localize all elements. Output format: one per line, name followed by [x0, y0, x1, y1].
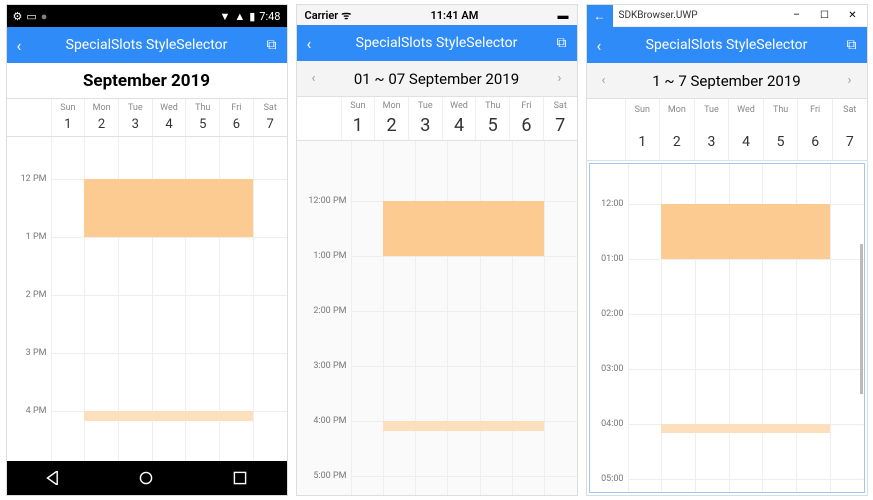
ios-status-bar: Carrier ᯤ 11:41 AM ▬ — [297, 5, 577, 25]
day-col-mon[interactable]: Mon2 — [659, 99, 694, 160]
app-title: SpecialSlots StyleSelector — [35, 37, 259, 53]
android-device: ⚙ ▭ ● ▼ ▲ ▮ 7:48 ‹ SpecialSlots StyleSel… — [6, 4, 288, 496]
status-time: 7:48 — [259, 10, 280, 23]
day-col-tue[interactable]: Tue3 — [694, 99, 729, 160]
day-col-fri[interactable]: Fri6 — [797, 99, 832, 160]
calendar-title-row: September 2019 — [7, 63, 287, 99]
android-status-bar: ⚙ ▭ ● ▼ ▲ ▮ 7:48 — [7, 5, 287, 27]
calendar-title: 1 ~ 7 September 2019 — [652, 72, 800, 90]
chevron-right-icon[interactable]: › — [547, 71, 573, 86]
day-col-wed[interactable]: Wed4 — [442, 97, 476, 140]
battery-icon: ▮ — [249, 10, 255, 23]
app-bar: ‹ SpecialSlots StyleSelector ⧉ — [297, 25, 577, 61]
day-header-row: Sun1 Mon2 Tue3 Wed4 Thu5 Fri6 Sat7 — [7, 99, 287, 137]
minimize-button[interactable]: – — [783, 5, 811, 27]
gutter — [7, 99, 51, 136]
day-col-sun[interactable]: Sun1 — [51, 99, 85, 136]
time-gutter: 12 PM 1 PM 2 PM 3 PM 4 PM 5 PM — [7, 137, 51, 461]
dot-icon: ● — [41, 10, 48, 23]
close-button[interactable]: ✕ — [839, 5, 867, 27]
nav-home-icon[interactable] — [139, 471, 153, 485]
external-link-icon[interactable]: ⧉ — [549, 35, 567, 51]
calendar-body[interactable]: 12:00 01:00 02:00 03:00 04:00 05:00 — [589, 163, 865, 493]
calendar-title-row: ‹ 01 ~ 07 September 2019 › — [297, 61, 577, 97]
day-col-tue[interactable]: Tue3 — [118, 99, 152, 136]
card-icon: ▭ — [26, 10, 36, 23]
wifi-icon: ▼ — [219, 10, 230, 23]
chevron-left-icon[interactable]: ‹ — [591, 73, 617, 88]
day-col-thu[interactable]: Thu5 — [185, 99, 219, 136]
calendar-title: September 2019 — [83, 71, 210, 91]
time-gutter: 12:00 01:00 02:00 03:00 04:00 05:00 — [590, 164, 628, 492]
calendar-grid[interactable] — [628, 164, 864, 492]
day-col-sun[interactable]: Sun1 — [341, 97, 375, 140]
gutter — [587, 99, 625, 160]
day-col-fri[interactable]: Fri6 — [219, 99, 253, 136]
special-slot-lunch[interactable] — [383, 201, 544, 256]
external-link-icon[interactable]: ⧉ — [259, 37, 277, 53]
signal-icon: ▲ — [234, 10, 245, 23]
wifi-icon: ᯤ — [341, 8, 351, 23]
day-col-thu[interactable]: Thu5 — [475, 97, 509, 140]
calendar-grid[interactable] — [51, 137, 287, 461]
calendar-title: 01 ~ 07 September 2019 — [354, 70, 519, 88]
uwp-title-bar: ← SDKBrowser.UWP – ☐ ✕ — [587, 5, 867, 27]
chevron-right-icon[interactable]: › — [837, 73, 863, 88]
calendar-body[interactable]: 12 PM 1 PM 2 PM 3 PM 4 PM 5 PM — [7, 137, 287, 461]
day-col-sat[interactable]: Sat7 — [253, 99, 287, 136]
day-col-mon[interactable]: Mon2 — [84, 99, 118, 136]
day-col-mon[interactable]: Mon2 — [374, 97, 408, 140]
day-col-sun[interactable]: Sun1 — [625, 99, 660, 160]
calendar-body[interactable]: 12:00 PM 1:00 PM 2:00 PM 3:00 PM 4:00 PM… — [297, 141, 577, 495]
back-button[interactable]: ‹ — [597, 36, 615, 55]
special-slot-lunch[interactable] — [84, 179, 253, 237]
time-gutter: 12:00 PM 1:00 PM 2:00 PM 3:00 PM 4:00 PM… — [297, 141, 351, 495]
day-col-wed[interactable]: Wed4 — [152, 99, 186, 136]
app-title: SpecialSlots StyleSelector — [325, 35, 549, 51]
calendar-title-row: ‹ 1 ~ 7 September 2019 › — [587, 63, 867, 99]
app-bar: ‹ SpecialSlots StyleSelector ⧉ — [587, 27, 867, 63]
special-slot-afternoon[interactable] — [383, 421, 544, 431]
external-link-icon[interactable]: ⧉ — [839, 37, 857, 53]
day-col-wed[interactable]: Wed4 — [728, 99, 763, 160]
day-col-sat[interactable]: Sat7 — [543, 97, 577, 140]
gear-icon: ⚙ — [13, 10, 23, 23]
window-title: SDKBrowser.UWP — [613, 10, 783, 21]
status-time: 11:41 AM — [351, 9, 557, 22]
back-button[interactable]: ‹ — [17, 36, 35, 55]
uwp-device: ← SDKBrowser.UWP – ☐ ✕ ‹ SpecialSlots St… — [586, 4, 868, 496]
day-col-tue[interactable]: Tue3 — [408, 97, 442, 140]
day-col-fri[interactable]: Fri6 — [509, 97, 543, 140]
calendar-grid[interactable] — [351, 141, 577, 495]
day-header-row: Sun1 Mon2 Tue3 Wed4 Thu5 Fri6 Sat7 — [297, 97, 577, 141]
android-nav-bar — [7, 461, 287, 495]
battery-icon: ▬ — [558, 9, 569, 22]
back-button[interactable]: ‹ — [307, 34, 325, 53]
day-col-thu[interactable]: Thu5 — [763, 99, 798, 160]
app-title: SpecialSlots StyleSelector — [615, 37, 839, 53]
scrollbar[interactable] — [860, 244, 863, 394]
gutter — [297, 97, 341, 140]
nav-back-icon[interactable] — [46, 471, 60, 485]
carrier-label: Carrier — [305, 9, 339, 22]
special-slot-lunch[interactable] — [661, 204, 830, 259]
uwp-back-button[interactable]: ← — [587, 5, 613, 27]
special-slot-afternoon[interactable] — [661, 424, 830, 433]
special-slot-afternoon[interactable] — [84, 411, 253, 421]
chevron-left-icon[interactable]: ‹ — [301, 71, 327, 86]
ios-device: Carrier ᯤ 11:41 AM ▬ ‹ SpecialSlots Styl… — [296, 4, 578, 496]
window-controls: – ☐ ✕ — [783, 5, 867, 27]
maximize-button[interactable]: ☐ — [811, 5, 839, 27]
day-header-row: Sun1 Mon2 Tue3 Wed4 Thu5 Fri6 Sat7 — [587, 99, 867, 161]
app-bar: ‹ SpecialSlots StyleSelector ⧉ — [7, 27, 287, 63]
day-col-sat[interactable]: Sat7 — [832, 99, 867, 160]
nav-recent-icon[interactable] — [233, 471, 247, 485]
